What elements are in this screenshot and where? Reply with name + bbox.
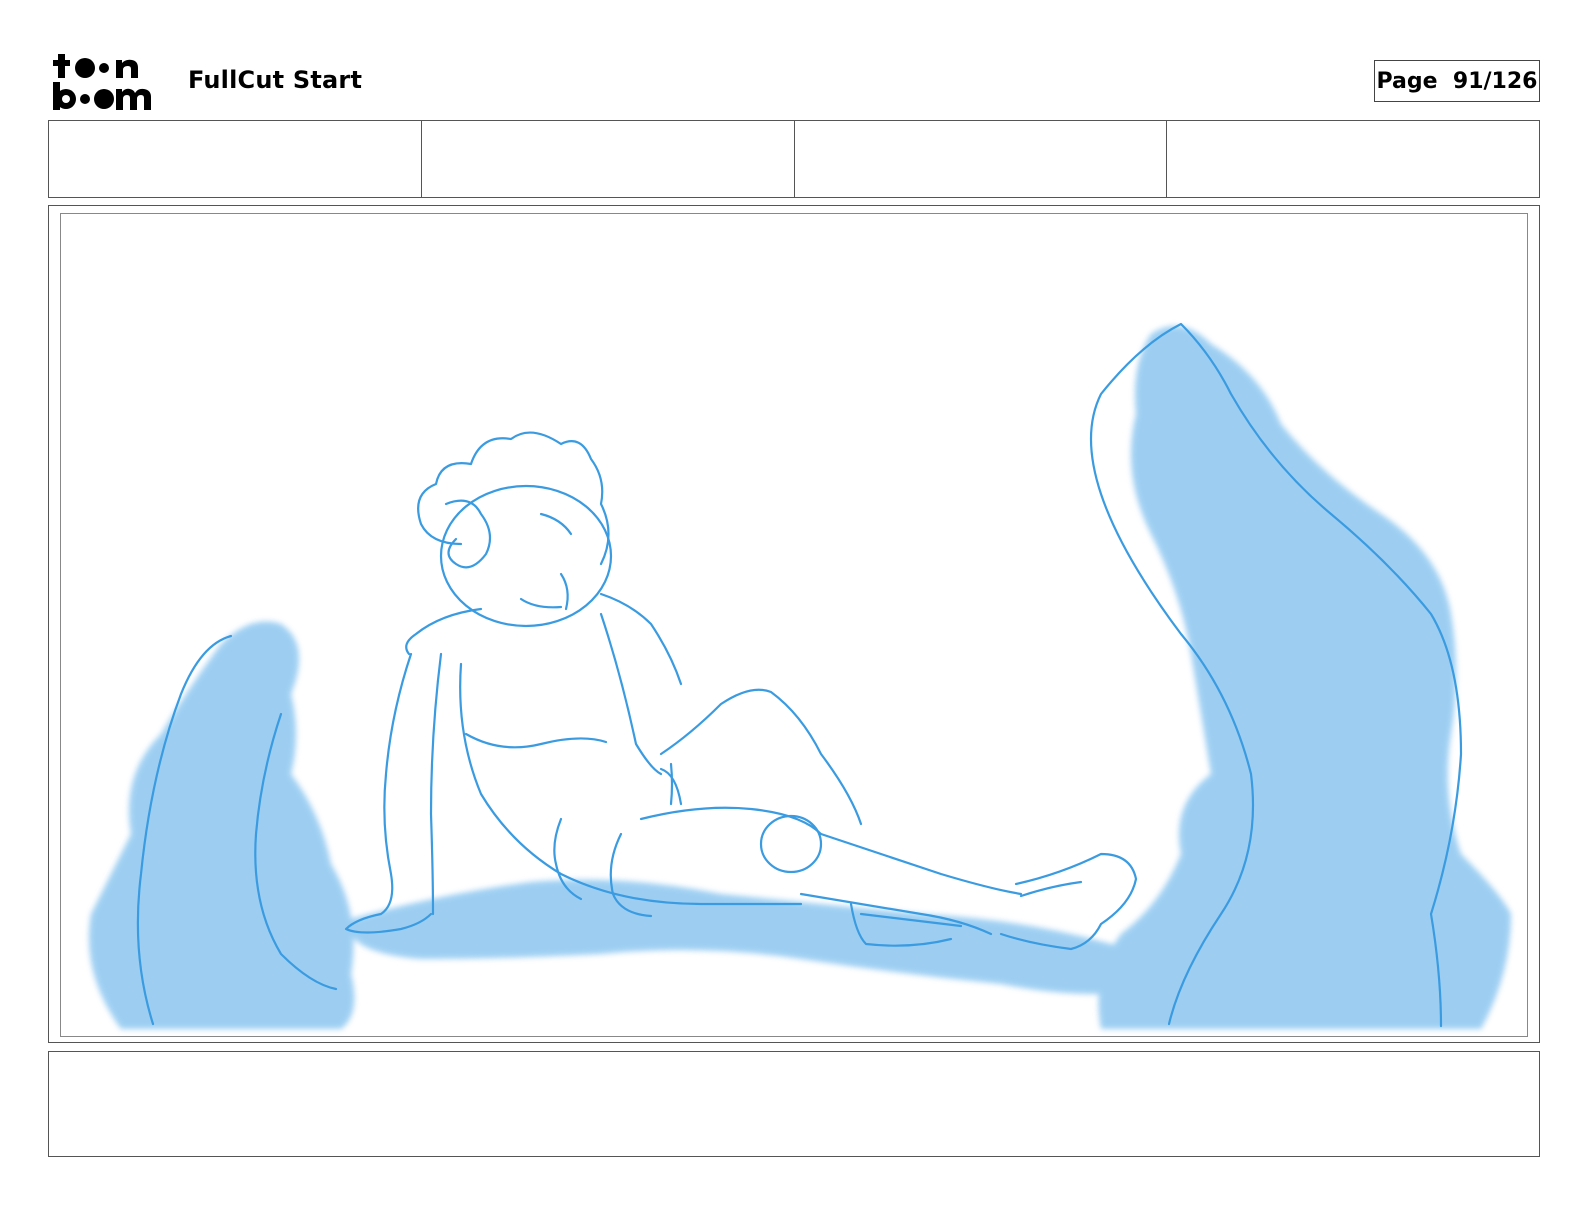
logo-icon	[53, 54, 151, 110]
project-title: FullCut Start	[188, 66, 363, 94]
info-cell-4	[1167, 121, 1539, 197]
panel-info-row	[48, 120, 1540, 198]
toon-boom-logo	[52, 50, 164, 112]
storyboard-panel-image	[60, 213, 1528, 1037]
page-indicator: Page 91/126	[1374, 60, 1540, 102]
info-cell-1	[49, 121, 422, 197]
info-cell-3	[795, 121, 1168, 197]
sketch-drawing	[89, 322, 1511, 1029]
info-cell-2	[422, 121, 795, 197]
background-fill	[89, 326, 1511, 1029]
notes-box	[48, 1051, 1540, 1157]
